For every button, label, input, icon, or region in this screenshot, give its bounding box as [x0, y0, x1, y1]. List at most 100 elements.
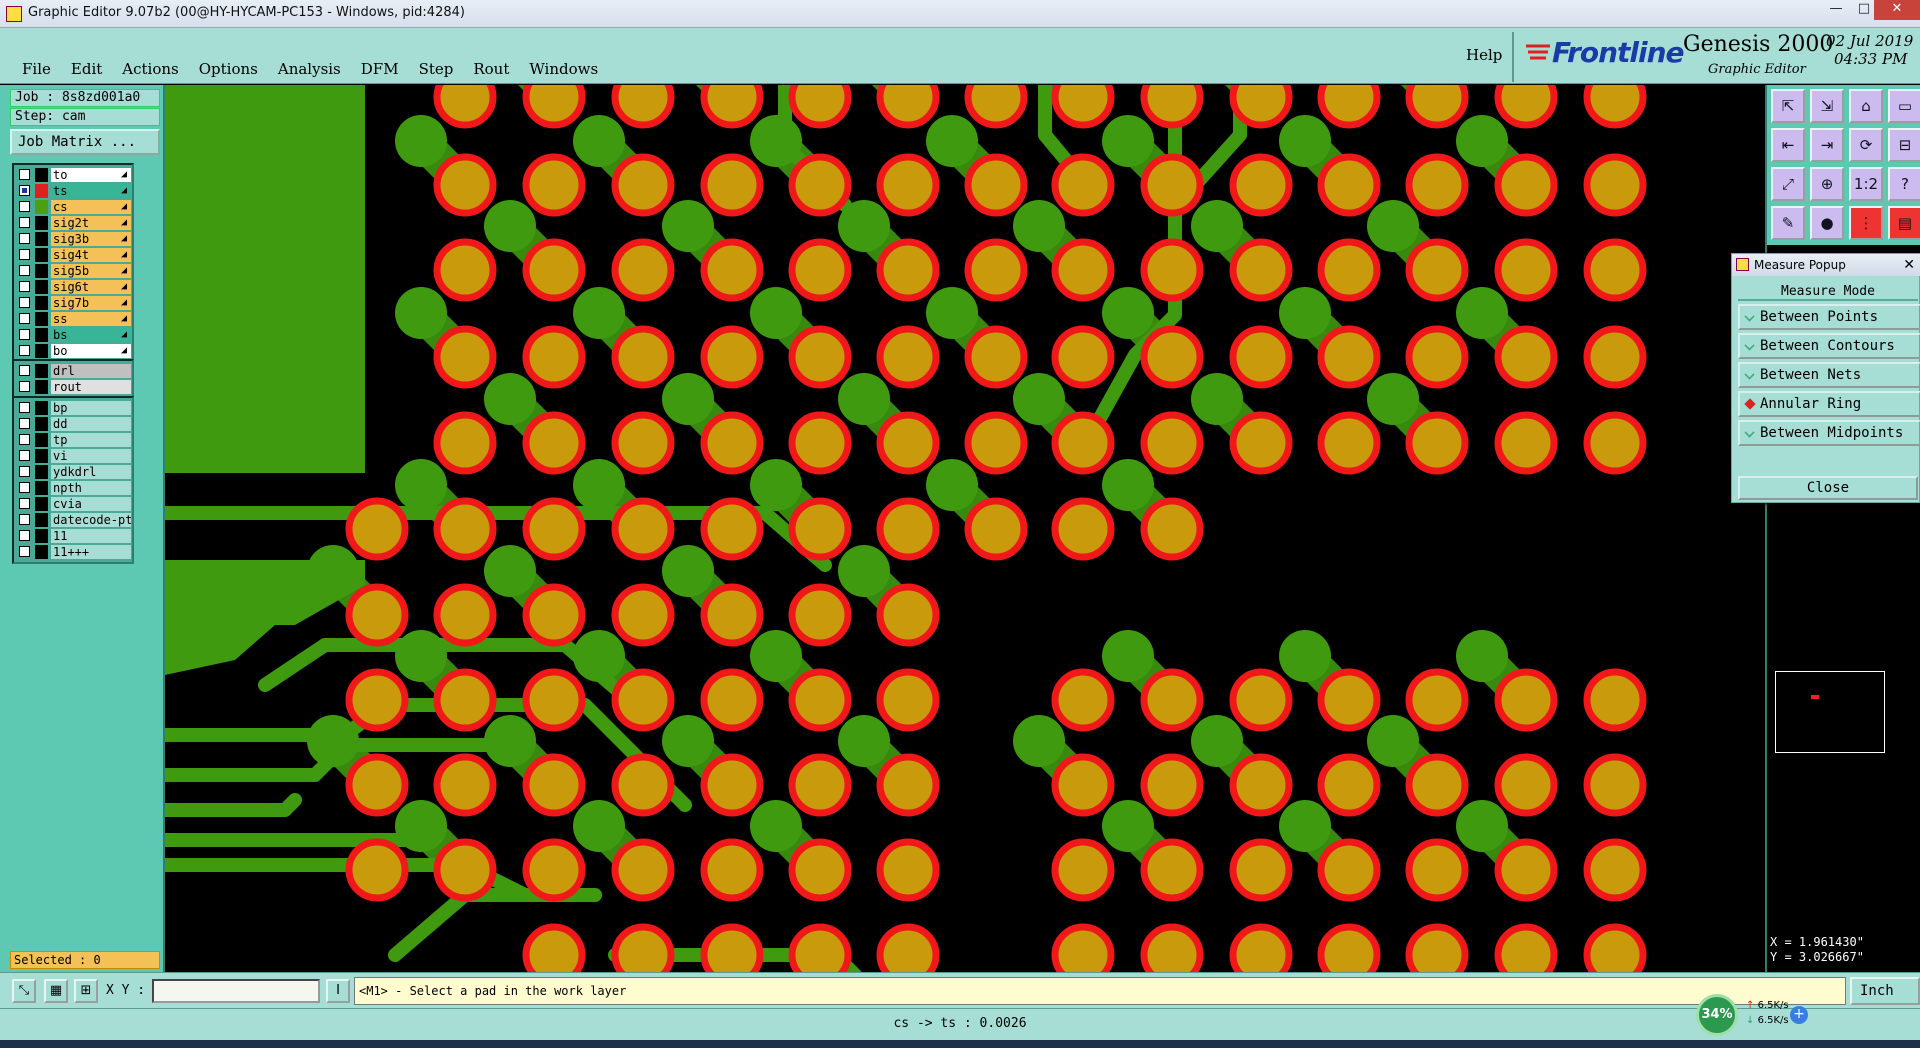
layer-checkbox[interactable] — [19, 514, 30, 525]
snap-icon[interactable]: ⊟ — [1888, 128, 1920, 162]
layer-row-ss[interactable]: ss ◢ — [16, 311, 132, 327]
pan-left-icon[interactable]: ⇤ — [1771, 128, 1805, 162]
layer-checkbox[interactable] — [19, 329, 30, 340]
layer-name[interactable]: cvia — [51, 497, 131, 511]
layer-name[interactable]: sig3b ◢ — [51, 232, 131, 246]
menu-edit[interactable]: Edit — [61, 60, 112, 78]
layer-row-ydkdrl[interactable]: ydkdrl — [16, 464, 132, 480]
layer-row-rout[interactable]: rout — [16, 379, 132, 395]
layer-checkbox[interactable] — [19, 217, 30, 228]
layer-name[interactable]: sig2t ◢ — [51, 216, 131, 230]
measure-icon[interactable]: ✎ — [1771, 206, 1805, 240]
network-widget[interactable]: 34% ↑ 6.5K/s ↓ 6.5K/s + — [1694, 992, 1808, 1036]
scale-1-2-icon[interactable]: 1:2 — [1849, 167, 1883, 201]
layer-row-sig3b[interactable]: sig3b ◢ — [16, 231, 132, 247]
layer-checkbox[interactable] — [19, 418, 30, 429]
menu-rout[interactable]: Rout — [463, 60, 519, 78]
layer-row-bo[interactable]: bo ◢ — [16, 343, 132, 359]
layer-row-sig4t[interactable]: sig4t ◢ — [16, 247, 132, 263]
measure-option-between-nets[interactable]: Between Nets — [1738, 362, 1920, 388]
layer-row-bs[interactable]: bs ◢ — [16, 327, 132, 343]
units-selector[interactable]: Inch — [1850, 977, 1920, 1005]
layer-name[interactable]: 11 — [51, 529, 131, 543]
layer-row-ts[interactable]: ts ◢ — [16, 183, 132, 199]
layer-row-sig7b[interactable]: sig7b ◢ — [16, 295, 132, 311]
layer-checkbox[interactable] — [19, 265, 30, 276]
menu-options[interactable]: Options — [189, 60, 268, 78]
pcb-view[interactable] — [165, 85, 1765, 972]
zoom-in-icon[interactable]: ⇲ — [1810, 89, 1844, 123]
layer-checkbox[interactable] — [19, 546, 30, 557]
layer-row-dd[interactable]: dd — [16, 416, 132, 432]
window-icon[interactable]: ▭ — [1888, 89, 1920, 123]
center-icon[interactable]: ⊕ — [1810, 167, 1844, 201]
layer-name[interactable]: ss ◢ — [51, 312, 131, 326]
layer-row-sig6t[interactable]: sig6t ◢ — [16, 279, 132, 295]
layer-name[interactable]: tp — [51, 433, 131, 447]
select-icon[interactable]: ⤡ — [12, 979, 36, 1003]
layer-row-sig5b[interactable]: sig5b ◢ — [16, 263, 132, 279]
layer-row-cvia[interactable]: cvia — [16, 496, 132, 512]
layer-checkbox[interactable] — [19, 185, 30, 196]
layer-name[interactable]: bs ◢ — [51, 328, 131, 342]
layer-name[interactable]: cs ◢ — [51, 200, 131, 214]
menu-dfm[interactable]: DFM — [351, 60, 409, 78]
layer-name[interactable]: 11+++ — [51, 545, 131, 559]
graphic-canvas[interactable] — [165, 85, 1765, 972]
close-window-button[interactable]: ✕ — [1874, 0, 1920, 20]
net-icon[interactable]: ⋮ — [1849, 206, 1883, 240]
layer-row-vi[interactable]: vi — [16, 448, 132, 464]
xy-input[interactable] — [152, 979, 320, 1003]
layer-row-cs[interactable]: cs ◢ — [16, 199, 132, 215]
measure-close-button[interactable]: Close — [1738, 476, 1918, 500]
zoom-home-icon[interactable]: ⇱ — [1771, 89, 1805, 123]
layer-checkbox[interactable] — [19, 434, 30, 445]
pan-right-icon[interactable]: ⇥ — [1810, 128, 1844, 162]
layer-name[interactable]: sig4t ◢ — [51, 248, 131, 262]
layer-name[interactable]: ts ◢ — [51, 184, 131, 198]
layer-row-tp[interactable]: tp — [16, 432, 132, 448]
layer-checkbox[interactable] — [19, 402, 30, 413]
layer-name[interactable]: bp — [51, 401, 131, 415]
redraw-icon[interactable]: ⟳ — [1849, 128, 1883, 162]
layer-checkbox[interactable] — [19, 530, 30, 541]
layer-name[interactable]: rout — [51, 380, 131, 394]
minimize-button[interactable]: — — [1822, 0, 1850, 20]
layer-name[interactable]: sig5b ◢ — [51, 264, 131, 278]
measure-option-between-points[interactable]: Between Points — [1738, 304, 1920, 330]
layer-checkbox[interactable] — [19, 345, 30, 356]
menu-help[interactable]: Help — [1466, 46, 1502, 64]
layer-checkbox[interactable] — [19, 482, 30, 493]
layer-row-sig2t[interactable]: sig2t ◢ — [16, 215, 132, 231]
cursor-icon[interactable]: ● — [1810, 206, 1844, 240]
layer-checkbox[interactable] — [19, 450, 30, 461]
measure-option-annular-ring[interactable]: Annular Ring — [1738, 391, 1920, 417]
layer-name[interactable]: drl — [51, 364, 131, 378]
layer-name[interactable]: ydkdrl — [51, 465, 131, 479]
layer-name[interactable]: vi — [51, 449, 131, 463]
layer-row-11[interactable]: 11 — [16, 528, 132, 544]
layer-row-drl[interactable]: drl — [16, 363, 132, 379]
layer-checkbox[interactable] — [19, 365, 30, 376]
close-icon[interactable]: ✕ — [1903, 254, 1915, 276]
layer-row-npth[interactable]: npth — [16, 480, 132, 496]
menu-actions[interactable]: Actions — [112, 60, 188, 78]
text-cursor-icon[interactable]: I — [326, 979, 350, 1003]
measure-option-between-midpoints[interactable]: Between Midpoints — [1738, 420, 1920, 446]
layer-checkbox[interactable] — [19, 466, 30, 477]
layer-name[interactable]: bo ◢ — [51, 344, 131, 358]
measure-option-between-contours[interactable]: Between Contours — [1738, 333, 1920, 359]
menu-windows[interactable]: Windows — [519, 60, 608, 78]
layer-checkbox[interactable] — [19, 249, 30, 260]
fit-icon[interactable]: ⤢ — [1771, 167, 1805, 201]
layer-name[interactable]: npth — [51, 481, 131, 495]
menu-step[interactable]: Step — [409, 60, 464, 78]
layer-name[interactable]: to ◢ — [51, 168, 131, 182]
layer-icon[interactable]: ▤ — [1888, 206, 1920, 240]
help-icon[interactable]: ? — [1888, 167, 1920, 201]
layer-name[interactable]: datecode-ptc — [51, 513, 131, 527]
menu-file[interactable]: File — [12, 60, 61, 78]
layer-checkbox[interactable] — [19, 297, 30, 308]
layer-name[interactable]: sig7b ◢ — [51, 296, 131, 310]
layer-checkbox[interactable] — [19, 201, 30, 212]
